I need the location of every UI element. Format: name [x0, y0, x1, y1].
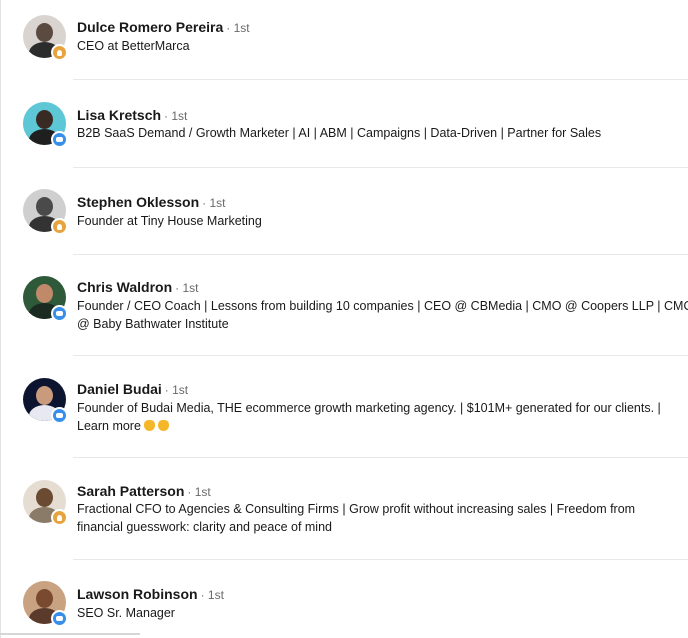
lightbulb-icon	[51, 509, 68, 526]
avatar-dulce-romero-pereira[interactable]	[23, 15, 68, 61]
connection-headline: Founder of Budai Media, THE ecommerce gr…	[77, 401, 661, 415]
hiring-icon	[51, 131, 68, 148]
divider	[73, 457, 688, 458]
avatar-daniel-budai[interactable]	[23, 378, 68, 424]
connection-degree: · 1st	[164, 109, 188, 123]
connection-name[interactable]: Lisa Kretsch	[77, 107, 161, 123]
divider	[73, 79, 688, 80]
avatar-sarah-patterson[interactable]	[23, 480, 68, 526]
connection-headline: Founder at Tiny House Marketing	[77, 214, 262, 228]
hiring-icon	[51, 407, 68, 424]
connection-headline: Fractional CFO to Agencies & Consulting …	[77, 502, 636, 516]
left-border	[0, 0, 1, 638]
connection-headline-continued: financial guesswork: clarity and peace o…	[77, 520, 332, 534]
avatar-lawson-robinson[interactable]	[23, 581, 68, 627]
avatar-stephen-oklesson[interactable]	[23, 189, 68, 235]
connection-name[interactable]: Chris Waldron	[77, 279, 172, 295]
bottom-edge	[0, 633, 140, 635]
connection-name[interactable]: Dulce Romero Pereira	[77, 19, 223, 35]
connection-headline: CEO at BetterMarca	[77, 39, 190, 53]
connection-degree: · 1st	[187, 485, 211, 499]
lightbulb-icon	[51, 218, 68, 235]
connection-degree: · 1st	[202, 196, 226, 210]
lightbulb-icon	[51, 44, 68, 61]
connection-degree: · 1st	[226, 21, 250, 35]
pointing-down-emoji-icon	[157, 420, 169, 431]
hiring-icon	[51, 305, 68, 322]
connection-degree: · 1st	[164, 383, 189, 397]
connection-name[interactable]: Lawson Robinson	[77, 586, 198, 602]
hiring-icon	[51, 610, 68, 627]
connection-name[interactable]: Sarah Patterson	[77, 483, 184, 499]
connection-headline: B2B SaaS Demand / Growth Marketer | AI |…	[77, 126, 602, 140]
connection-headline: SEO Sr. Manager	[77, 606, 175, 620]
connection-name[interactable]: Stephen Oklesson	[77, 194, 199, 210]
connection-headline: Founder / CEO Coach | Lessons from build…	[77, 299, 688, 313]
connection-headline-continued: @ Baby Bathwater Institute	[77, 317, 229, 331]
pointing-down-emoji-icon	[143, 420, 155, 431]
divider	[73, 559, 688, 560]
connection-name[interactable]: Daniel Budai	[77, 381, 162, 397]
avatar-chris-waldron[interactable]	[23, 276, 68, 322]
connection-degree: · 1st	[200, 588, 224, 602]
divider	[73, 355, 688, 356]
connection-degree: · 1st	[175, 281, 199, 295]
divider	[73, 167, 688, 168]
avatar-lisa-kretsch[interactable]	[23, 102, 68, 148]
divider	[73, 254, 688, 255]
connection-headline-continued: Learn more	[77, 419, 141, 433]
